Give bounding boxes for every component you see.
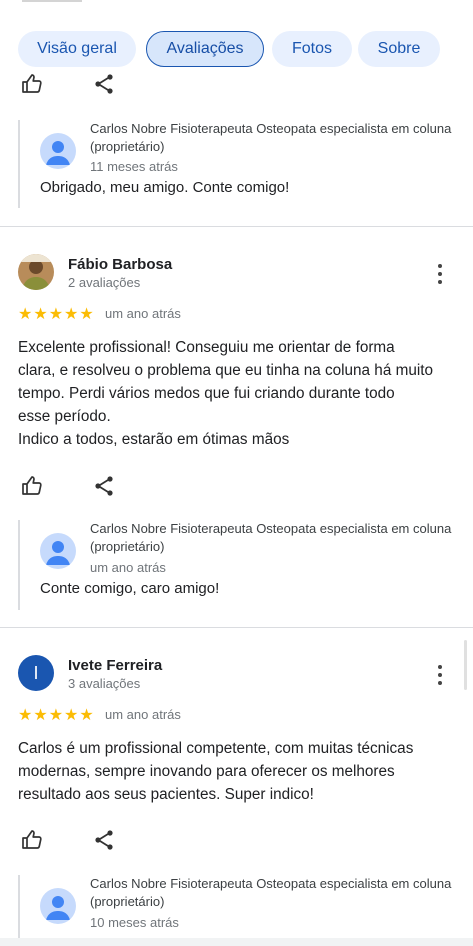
tab-reviews[interactable]: Avaliações: [146, 31, 264, 67]
person-icon: [40, 533, 76, 569]
reply-text: Conte comigo, caro amigo!: [40, 580, 220, 597]
owner-reply: Carlos Nobre Fisioterapeuta Osteopata es…: [18, 520, 458, 610]
review-line: modernas, sempre inovando para oferecer …: [18, 763, 395, 780]
share-icon[interactable]: [90, 70, 118, 98]
reply-text: Obrigado, meu amigo. Conte comigo!: [40, 179, 290, 196]
reviewer-name[interactable]: Ivete Ferreira: [68, 657, 162, 674]
person-icon: [40, 133, 76, 169]
review-line: Indico a todos, estarão em ótimas mãos: [18, 431, 290, 448]
reply-time: 11 meses atrás: [90, 159, 178, 174]
tab-about[interactable]: Sobre: [358, 31, 440, 67]
review-time: um ano atrás: [105, 707, 181, 722]
avatar[interactable]: I: [18, 655, 54, 691]
review-text: Carlos é um profissional competente, com…: [18, 737, 448, 806]
divider: [0, 226, 473, 227]
review-actions: [18, 826, 118, 854]
review-line: Excelente profissional! Conseguiu me ori…: [18, 339, 395, 356]
reply-time: 10 meses atrás: [90, 915, 179, 930]
owner-reply: Carlos Nobre Fisioterapeuta Osteopata es…: [18, 875, 458, 938]
more-vert-icon[interactable]: [432, 663, 448, 687]
status-bar-fragment: [22, 0, 82, 2]
review-actions: [18, 472, 118, 500]
tab-bar: Visão geral Avaliações Fotos Sobre: [0, 0, 473, 72]
owner-reply: Carlos Nobre Fisioterapeuta Osteopata es…: [18, 120, 458, 208]
avatar[interactable]: [18, 254, 54, 290]
review-actions: [18, 70, 118, 98]
tab-photos[interactable]: Fotos: [272, 31, 352, 67]
share-icon[interactable]: [90, 472, 118, 500]
review-text: Excelente profissional! Conseguiu me ori…: [18, 336, 448, 451]
reviewer-review-count: 3 avaliações: [68, 676, 141, 691]
star-rating: ★★★★★: [18, 306, 95, 323]
review-line: esse período.: [18, 408, 111, 425]
star-rating: ★★★★★: [18, 707, 95, 724]
scrollbar[interactable]: [464, 640, 467, 690]
reviewer-review-count: 2 avaliações: [68, 275, 141, 290]
more-vert-icon[interactable]: [432, 262, 448, 286]
share-icon[interactable]: [90, 826, 118, 854]
review-line: Carlos é um profissional competente, com…: [18, 740, 414, 757]
reviewer-name[interactable]: Fábio Barbosa: [68, 256, 172, 273]
owner-name: Carlos Nobre Fisioterapeuta Osteopata es…: [90, 521, 452, 554]
review-line: tempo. Perdi vários medos que fui criand…: [18, 385, 395, 402]
thumbs-up-icon[interactable]: [18, 70, 46, 98]
review-time: um ano atrás: [105, 306, 181, 321]
divider: [0, 627, 473, 628]
review-line: clara, e resolveu o problema que eu tinh…: [18, 362, 433, 379]
bottom-bar: [0, 938, 473, 946]
owner-name: Carlos Nobre Fisioterapeuta Osteopata es…: [90, 121, 452, 154]
thumbs-up-icon[interactable]: [18, 826, 46, 854]
person-icon: [40, 888, 76, 924]
review-line: resultado aos seus pacientes. Super indi…: [18, 786, 314, 803]
reply-time: um ano atrás: [90, 560, 166, 575]
tab-overview[interactable]: Visão geral: [18, 31, 136, 67]
thumbs-up-icon[interactable]: [18, 472, 46, 500]
owner-name: Carlos Nobre Fisioterapeuta Osteopata es…: [90, 876, 452, 909]
